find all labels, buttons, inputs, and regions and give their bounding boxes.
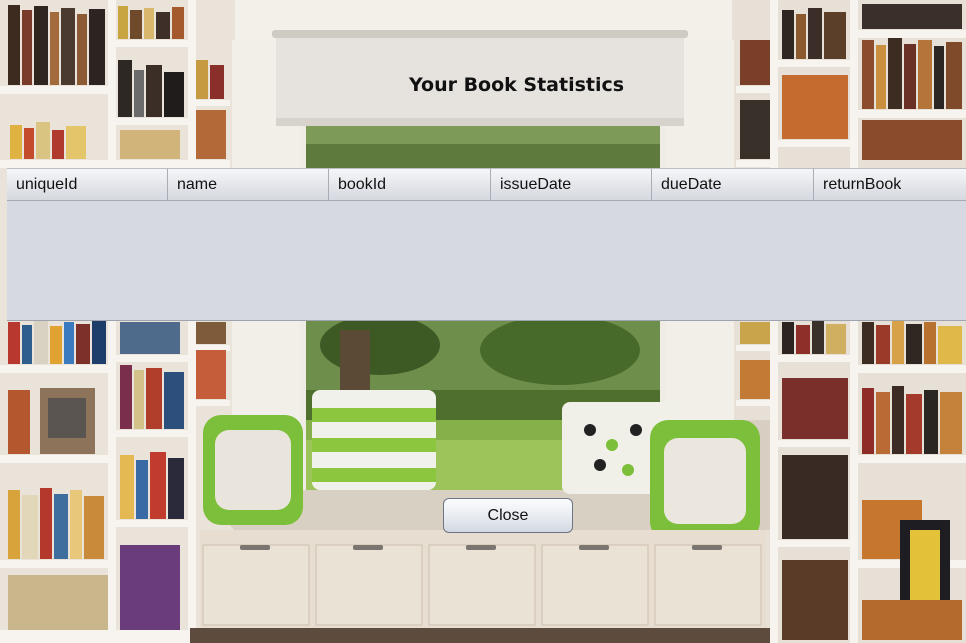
page-title: Your Book Statistics [409, 74, 625, 96]
column-header-duedate[interactable]: dueDate [652, 169, 814, 200]
column-header-issuedate[interactable]: issueDate [491, 169, 652, 200]
column-header-bookid[interactable]: bookId [329, 169, 491, 200]
table-body-empty[interactable] [7, 201, 966, 320]
book-statistics-table[interactable]: uniqueId name bookId issueDate dueDate r… [7, 168, 966, 321]
close-button[interactable]: Close [443, 498, 573, 533]
library-background-image [0, 0, 966, 643]
column-header-returnbook[interactable]: returnBook [814, 169, 966, 200]
column-header-uniqueid[interactable]: uniqueId [7, 169, 168, 200]
column-header-name[interactable]: name [168, 169, 329, 200]
table-header-row: uniqueId name bookId issueDate dueDate r… [7, 169, 966, 201]
